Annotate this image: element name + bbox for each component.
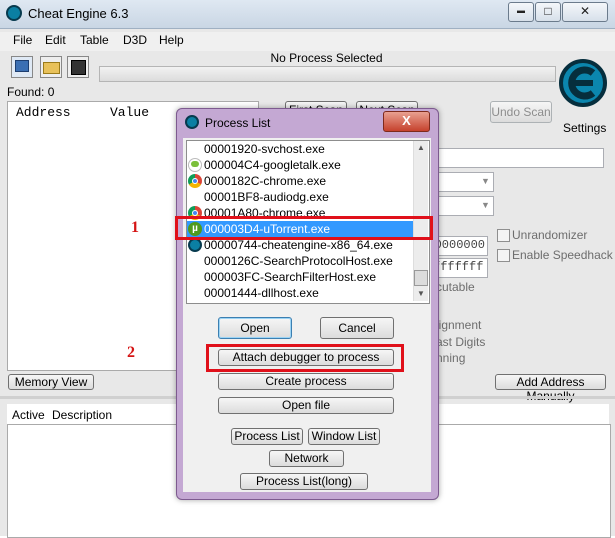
highlight-box-attach <box>206 344 404 372</box>
unrandomizer-checkbox[interactable] <box>497 229 510 242</box>
process-name: 000003FC-SearchFilterHost.exe <box>204 270 377 284</box>
cancel-button[interactable]: Cancel <box>320 317 394 339</box>
process-name: 00001BF8-audiodg.exe <box>204 190 329 204</box>
save-icon <box>71 60 86 75</box>
menu-help[interactable]: Help <box>159 33 184 47</box>
googletalk-icon <box>188 158 202 172</box>
running-option-label: nning <box>436 351 466 365</box>
process-name: 0000126C-SearchProtocolHost.exe <box>204 254 393 268</box>
process-row[interactable]: 00001920-svchost.exe <box>187 141 413 157</box>
add-address-manually-button[interactable]: Add Address Manually <box>495 374 606 403</box>
speedhack-label: Enable Speedhack <box>512 248 613 262</box>
executable-option-label: cutable <box>436 280 475 294</box>
process-status: No Process Selected <box>270 51 383 65</box>
app-logo-icon <box>6 5 22 21</box>
computer-icon <box>15 60 29 72</box>
chevron-down-icon: ▼ <box>481 176 490 186</box>
scan-value-input[interactable] <box>430 148 604 168</box>
process-row[interactable]: 000003FC-SearchFilterHost.exe <box>187 269 413 285</box>
save-table-button[interactable] <box>67 56 89 78</box>
alignment-option-label: lignment <box>436 318 482 332</box>
scrollbar-thumb[interactable] <box>414 270 428 286</box>
annotation-step-2: 2 <box>127 344 135 361</box>
dialog-logo-icon <box>185 115 199 129</box>
cheatengine-icon <box>188 238 202 252</box>
menu-edit[interactable]: Edit <box>45 33 66 47</box>
process-row[interactable]: 000004C4-googletalk.exe <box>187 157 413 173</box>
found-count: Found: 0 <box>7 85 55 99</box>
column-address[interactable]: Address <box>16 105 71 120</box>
speedhack-checkbox[interactable] <box>497 249 510 262</box>
chevron-down-icon: ▼ <box>481 200 490 210</box>
settings-logo-icon[interactable] <box>557 53 607 119</box>
network-button[interactable]: Network <box>269 450 344 467</box>
close-button[interactable]: ✕ <box>562 2 608 22</box>
folder-icon <box>43 62 60 74</box>
process-list-long-button[interactable]: Process List(long) <box>240 473 368 490</box>
stop-address-value: fffffff <box>433 260 484 274</box>
highlight-box-process <box>175 216 433 240</box>
window-title: Cheat Engine 6.3 <box>28 6 129 21</box>
chrome-icon <box>188 174 202 188</box>
minimize-button[interactable]: ▬ <box>508 2 534 22</box>
dialog-title: Process List <box>205 116 271 130</box>
memory-view-button[interactable]: Memory View <box>8 374 94 390</box>
column-active[interactable]: Active <box>12 408 45 422</box>
process-row[interactable]: 00001BF8-audiodg.exe <box>187 189 413 205</box>
undo-scan-button[interactable]: Undo Scan <box>490 101 552 123</box>
open-table-button[interactable] <box>40 56 62 78</box>
select-process-button[interactable] <box>11 56 33 78</box>
open-button[interactable]: Open <box>218 317 292 339</box>
create-process-button[interactable]: Create process <box>218 373 394 390</box>
process-list-button[interactable]: Process List <box>231 428 303 445</box>
open-file-button[interactable]: Open file <box>218 397 394 414</box>
process-row[interactable]: 0000182C-chrome.exe <box>187 173 413 189</box>
maximize-button[interactable]: □ <box>535 2 561 22</box>
menu-d3d[interactable]: D3D <box>123 33 147 47</box>
process-name: 00001920-svchost.exe <box>204 142 325 156</box>
process-name: 00001444-dllhost.exe <box>204 286 319 300</box>
scroll-down-icon[interactable]: ▼ <box>414 289 428 298</box>
window-list-button[interactable]: Window List <box>308 428 380 445</box>
column-value[interactable]: Value <box>110 105 149 120</box>
column-description[interactable]: Description <box>52 408 112 422</box>
process-name: 000004C4-googletalk.exe <box>204 158 341 172</box>
annotation-step-1: 1 <box>131 219 139 236</box>
process-row[interactable]: 0000126C-SearchProtocolHost.exe <box>187 253 413 269</box>
unrandomizer-label: Unrandomizer <box>512 228 588 242</box>
scan-progress-bar <box>99 66 556 82</box>
start-address-value: 00000000 <box>433 238 485 252</box>
scroll-up-icon[interactable]: ▲ <box>414 143 428 152</box>
process-name: 0000182C-chrome.exe <box>204 174 327 188</box>
menu-table[interactable]: Table <box>80 33 109 47</box>
settings-label[interactable]: Settings <box>563 121 606 135</box>
last-digits-option-label: ast Digits <box>436 335 486 349</box>
process-row[interactable]: 00001444-dllhost.exe <box>187 285 413 301</box>
menu-file[interactable]: File <box>13 33 32 47</box>
dialog-close-button[interactable]: X <box>383 111 430 132</box>
